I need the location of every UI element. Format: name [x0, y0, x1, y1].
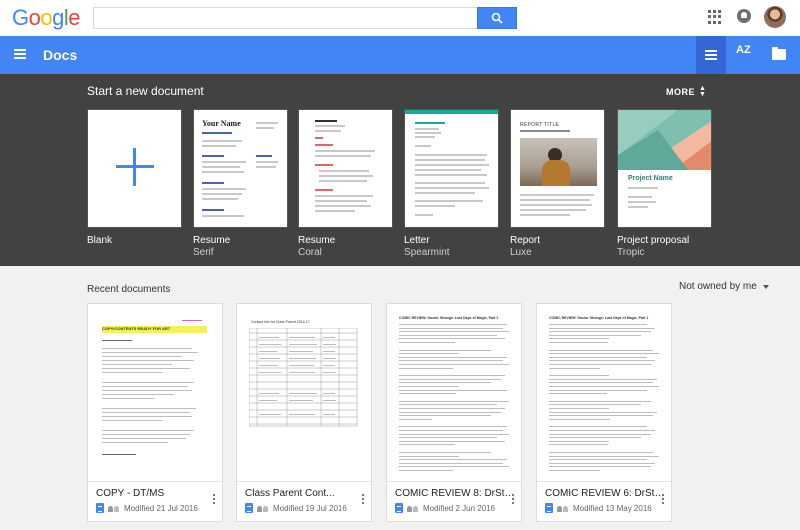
doc-card-copy[interactable]: COPY/CONTENTS READY FOR ART COPY - DT/MS… — [87, 303, 223, 522]
logo-letter: e — [68, 5, 81, 30]
report-cover-image — [520, 138, 597, 186]
list-view-icon — [705, 50, 717, 62]
avatar[interactable] — [764, 6, 786, 28]
plus-icon — [116, 148, 154, 186]
template-resume-coral[interactable]: Resume Coral — [298, 109, 393, 259]
shared-icon — [108, 504, 120, 512]
apps-grid-icon[interactable] — [708, 10, 722, 24]
template-name: Resume — [193, 235, 231, 246]
docs-app-bar: Docs — [0, 36, 800, 74]
template-name: Report — [510, 235, 541, 246]
recent-heading: Recent documents — [87, 284, 171, 295]
template-thumbnail[interactable] — [298, 109, 393, 228]
doc-preview-title: Contact Info for Class Parent 2016-17 — [251, 320, 310, 324]
logo-letter: G — [12, 5, 29, 30]
google-logo[interactable]: Google — [12, 5, 81, 31]
doc-preview-title: COMIC REVIEW: Doctor Strange: Last Days … — [549, 316, 649, 320]
template-name: Letter — [404, 235, 430, 246]
search-box[interactable] — [93, 7, 517, 29]
thumb-project-title: Project Name — [628, 175, 673, 182]
google-docs-icon — [545, 503, 553, 513]
more-templates-button[interactable]: MORE ▲ ▼ — [666, 85, 707, 98]
template-thumbnail[interactable] — [87, 109, 182, 228]
owner-filter-dropdown[interactable]: Not owned by me — [679, 281, 769, 292]
expand-icon: ▲ ▼ — [699, 85, 707, 98]
template-report-luxe[interactable]: REPORT TITLE Report Luxe — [510, 109, 605, 259]
template-name: Blank — [87, 235, 113, 246]
doc-meta: Modified 19 Jul 2016 — [245, 503, 347, 513]
thumb-report-title: REPORT TITLE — [520, 122, 560, 128]
doc-preview[interactable]: COPY/CONTENTS READY FOR ART — [88, 304, 222, 482]
doc-modified: Modified 21 Jul 2016 — [124, 503, 198, 513]
dropdown-arrow-icon — [762, 284, 769, 289]
hamburger-menu-icon[interactable] — [14, 49, 26, 59]
doc-title: Class Parent Cont... — [245, 488, 335, 499]
doc-card-comic-review-8[interactable]: COMIC REVIEW: Doctor Strange: Last Days … — [386, 303, 522, 522]
template-name: Project proposal — [617, 235, 690, 246]
template-subtitle: Tropic — [617, 247, 645, 258]
doc-modified: Modified 13 May 2016 — [573, 503, 652, 513]
search-input[interactable] — [94, 8, 479, 28]
shared-icon — [407, 504, 419, 512]
template-thumbnail[interactable]: Project Name — [617, 109, 712, 228]
more-options-icon[interactable] — [662, 494, 665, 506]
search-button[interactable] — [477, 7, 517, 29]
shared-icon — [557, 504, 569, 512]
template-subtitle: Luxe — [510, 247, 532, 258]
logo-letter: o — [40, 5, 53, 30]
doc-preview-body — [549, 324, 659, 479]
doc-preview-title: COPY/CONTENTS READY FOR ART — [102, 326, 171, 331]
template-subtitle: Spearmint — [404, 247, 450, 258]
doc-preview-table — [249, 328, 358, 427]
doc-modified: Modified 2 Jun 2016 — [423, 503, 496, 513]
doc-preview[interactable]: Contact Info for Class Parent 2016-17 — [237, 304, 371, 482]
doc-title: COMIC REVIEW 8: DrStra... — [395, 488, 515, 499]
doc-meta: Modified 2 Jun 2016 — [395, 503, 495, 513]
google-docs-icon — [395, 503, 403, 513]
google-docs-icon — [96, 503, 104, 513]
more-options-icon[interactable] — [213, 494, 216, 506]
doc-preview[interactable]: COMIC REVIEW: Doctor Strange: Last Days … — [387, 304, 521, 482]
template-subtitle: Serif — [193, 247, 214, 258]
doc-preview-body — [399, 324, 509, 479]
template-thumbnail[interactable] — [404, 109, 499, 228]
doc-preview[interactable]: COMIC REVIEW: Doctor Strange: Last Days … — [537, 304, 671, 482]
template-subtitle: Coral — [298, 247, 322, 258]
template-resume-serif[interactable]: Your Name Resume Serif — [193, 109, 288, 259]
template-blank[interactable]: Blank — [87, 109, 182, 247]
template-heading: Start a new document — [87, 84, 204, 98]
more-options-icon[interactable] — [362, 494, 365, 506]
logo-letter: o — [28, 5, 41, 30]
template-name: Resume — [298, 235, 336, 246]
template-thumbnail[interactable]: REPORT TITLE — [510, 109, 605, 228]
sort-az-icon: AZ — [736, 44, 751, 56]
shared-icon — [257, 504, 269, 512]
google-docs-icon — [245, 503, 253, 513]
notifications-icon[interactable] — [737, 9, 751, 23]
logo-letter: g — [52, 5, 64, 30]
doc-meta: Modified 21 Jul 2016 — [96, 503, 198, 513]
folder-icon[interactable] — [772, 47, 786, 60]
template-gallery: Start a new document MORE ▲ ▼ Blank Your … — [0, 74, 800, 266]
app-title: Docs — [43, 47, 78, 63]
owner-filter-label: Not owned by me — [679, 281, 757, 292]
doc-card-class-parent[interactable]: Contact Info for Class Parent 2016-17 Cl… — [236, 303, 372, 522]
doc-preview-title: COMIC REVIEW: Doctor Strange: Last Days … — [399, 316, 499, 320]
template-project-proposal-tropic[interactable]: Project Name Project proposal Tropic — [617, 109, 712, 259]
more-options-icon[interactable] — [512, 494, 515, 506]
search-icon — [491, 12, 503, 24]
doc-title: COPY - DT/MS — [96, 488, 165, 499]
template-thumbnail[interactable]: Your Name — [193, 109, 288, 228]
more-label: MORE — [666, 87, 695, 97]
list-view-button[interactable] — [696, 36, 726, 74]
sort-az-button[interactable]: AZ — [736, 44, 751, 56]
doc-meta: Modified 13 May 2016 — [545, 503, 652, 513]
tropic-banner — [618, 110, 711, 170]
thumb-name: Your Name — [202, 119, 241, 128]
doc-modified: Modified 19 Jul 2016 — [273, 503, 347, 513]
template-letter-spearmint[interactable]: Letter Spearmint — [404, 109, 499, 259]
doc-title: COMIC REVIEW 6: DrStra... — [545, 488, 665, 499]
doc-card-comic-review-6[interactable]: COMIC REVIEW: Doctor Strange: Last Days … — [536, 303, 672, 522]
google-bar: Google — [0, 0, 800, 36]
